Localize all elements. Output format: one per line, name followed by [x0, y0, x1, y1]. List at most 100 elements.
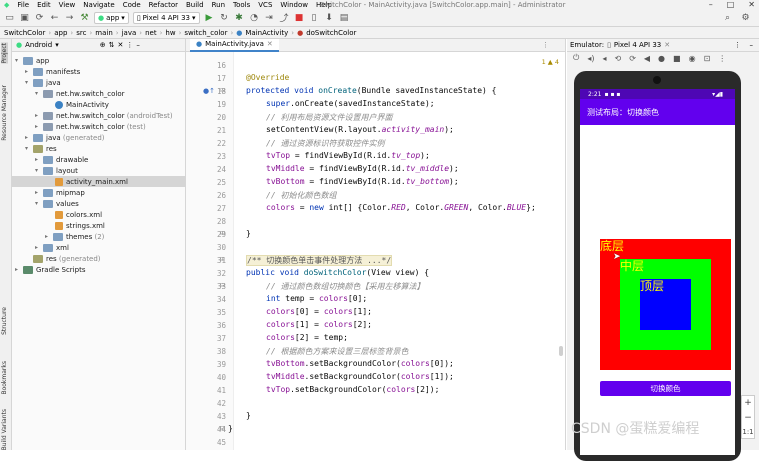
close-icon[interactable]: ✕: [664, 41, 670, 49]
volume-down-icon[interactable]: ◂: [602, 54, 606, 63]
screenshot-icon[interactable]: ◉: [689, 54, 696, 63]
breadcrumb-item[interactable]: src: [76, 29, 86, 37]
tree-item-package-test[interactable]: ▸ net.hw.switch_color (test): [12, 121, 186, 132]
minimize-icon[interactable]: –: [709, 0, 713, 9]
rotate-left-icon[interactable]: ⟲: [614, 54, 621, 63]
tree-item-manifests[interactable]: ▸ manifests: [12, 66, 186, 77]
breadcrumb-item[interactable]: switch_color: [184, 29, 227, 37]
add-icon[interactable]: ⊕: [100, 41, 106, 49]
stop-icon[interactable]: ■: [294, 12, 305, 24]
search-icon[interactable]: ⌕: [722, 12, 733, 24]
hide-icon[interactable]: –: [750, 41, 754, 49]
maximize-icon[interactable]: □: [727, 0, 735, 9]
save-icon[interactable]: ▣: [19, 12, 30, 24]
menu-refactor[interactable]: Refactor: [145, 1, 182, 9]
breadcrumb-item[interactable]: net: [145, 29, 157, 37]
profile-icon[interactable]: ◔: [249, 12, 260, 24]
override-gutter-icon[interactable]: ●↑: [203, 87, 215, 95]
run-config-select[interactable]: ● app ▾: [94, 11, 129, 24]
device-select[interactable]: ▯ Pixel 4 API 33 ▾: [132, 11, 200, 24]
volume-up-icon[interactable]: ◂): [587, 54, 594, 63]
settings-icon[interactable]: ⚙: [740, 12, 751, 24]
expand-icon[interactable]: ✕: [117, 41, 123, 49]
menu-code[interactable]: Code: [119, 1, 145, 9]
rotate-right-icon[interactable]: ⟳: [629, 54, 636, 63]
menu-file[interactable]: File: [13, 1, 33, 9]
tree-item-java[interactable]: ▾ java: [12, 77, 186, 88]
menu-edit[interactable]: Edit: [33, 1, 55, 9]
debug-icon[interactable]: ✱: [234, 12, 245, 24]
fold-icon[interactable]: ⊟: [220, 282, 225, 289]
fold-icon[interactable]: ⊟: [220, 425, 225, 432]
menu-run[interactable]: Run: [208, 1, 229, 9]
options-icon[interactable]: ⋮: [734, 41, 741, 49]
tree-item-package-androidtest[interactable]: ▸ net.hw.switch_color (androidTest): [12, 110, 186, 121]
tree-item-activity-main-xml[interactable]: activity_main.xml: [12, 176, 186, 187]
tree-item-xml[interactable]: ▸ xml: [12, 242, 186, 253]
device-manager-icon[interactable]: ▯: [309, 12, 320, 24]
tree-item-res[interactable]: ▾ res: [12, 143, 186, 154]
phone-screen[interactable]: 2:21 ▪ ▪ ▪ ▾◢▮ 测试布局：切换颜色 底层 中层 顶层 ➤ 切换颜色: [580, 89, 735, 455]
tree-item-res-generated[interactable]: res (generated): [12, 253, 186, 264]
menu-tools[interactable]: Tools: [229, 1, 254, 9]
tree-item-java-generated[interactable]: ▸ java (generated): [12, 132, 186, 143]
hammer-icon[interactable]: ⚒: [79, 12, 90, 24]
inspection-indicator[interactable]: 1 ▲ 4: [542, 58, 559, 66]
apply-changes-icon[interactable]: ⤴: [279, 12, 290, 24]
project-view-select[interactable]: Android: [25, 41, 52, 49]
rerun-icon[interactable]: ↻: [219, 12, 230, 24]
menu-vcs[interactable]: VCS: [254, 1, 276, 9]
fold-icon[interactable]: ⊟: [220, 230, 225, 237]
tree-item-package[interactable]: ▾ net.hw.switch_color: [12, 88, 186, 99]
zoom-out-icon[interactable]: −: [744, 413, 752, 423]
switch-color-button[interactable]: 切换颜色: [600, 381, 731, 396]
sync-icon[interactable]: ⟳: [34, 12, 45, 24]
resource-manager-tab[interactable]: Resource Manager: [1, 85, 8, 141]
fold-icon[interactable]: ⊟: [220, 87, 225, 94]
menu-window[interactable]: Window: [276, 1, 312, 9]
project-tool-tab[interactable]: Project: [1, 43, 8, 64]
power-icon[interactable]: ⏻: [573, 53, 579, 63]
hide-icon[interactable]: –: [136, 41, 140, 49]
tab-mainactivity[interactable]: ● MainActivity.java ✕: [190, 38, 279, 52]
bookmarks-tab[interactable]: Bookmarks: [1, 361, 8, 395]
fit-screen-icon[interactable]: 1:1: [742, 428, 753, 436]
breadcrumb-item[interactable]: MainActivity: [245, 29, 288, 37]
tree-item-strings-xml[interactable]: strings.xml: [12, 220, 186, 231]
menu-build[interactable]: Build: [182, 1, 208, 9]
breadcrumb-item[interactable]: app: [54, 29, 67, 37]
forward-icon[interactable]: →: [64, 12, 75, 24]
breadcrumb-item[interactable]: java: [122, 29, 137, 37]
tree-item-colors-xml[interactable]: colors.xml: [12, 209, 186, 220]
fold-icon[interactable]: ⊞: [220, 256, 225, 263]
snapshot-icon[interactable]: ⊡: [704, 54, 711, 63]
emulator-device-tab[interactable]: Pixel 4 API 33: [614, 41, 661, 49]
breadcrumb-item[interactable]: hw: [165, 29, 175, 37]
avd-icon[interactable]: ▤: [339, 12, 350, 24]
menu-navigate[interactable]: Navigate: [79, 1, 118, 9]
options-icon[interactable]: ⋮: [126, 41, 133, 49]
editor-scrollbar[interactable]: [559, 346, 563, 356]
breadcrumb-item[interactable]: SwitchColor: [4, 29, 45, 37]
collapse-icon[interactable]: ⇅: [109, 41, 115, 49]
attach-icon[interactable]: ⇥: [264, 12, 275, 24]
tree-item-gradle-scripts[interactable]: ▸ Gradle Scripts: [12, 264, 186, 275]
tree-item-mipmap[interactable]: ▸ mipmap: [12, 187, 186, 198]
build-variants-tab[interactable]: Build Variants: [1, 409, 8, 450]
tree-item-themes[interactable]: ▸ themes (2): [12, 231, 186, 242]
open-folder-icon[interactable]: ▭: [4, 12, 15, 24]
breadcrumb-item[interactable]: main: [95, 29, 113, 37]
structure-tab[interactable]: Structure: [1, 307, 8, 335]
run-icon[interactable]: ▶: [204, 12, 215, 24]
back-icon[interactable]: ◀: [644, 54, 650, 63]
home-icon[interactable]: ●: [658, 54, 665, 63]
breadcrumb-item[interactable]: doSwitchColor: [306, 29, 356, 37]
sdk-manager-icon[interactable]: ⬇: [324, 12, 335, 24]
zoom-in-icon[interactable]: +: [744, 398, 752, 408]
overview-icon[interactable]: ■: [673, 54, 681, 63]
folded-doc-comment[interactable]: /** 切换颜色单击事件处理方法 ...*/: [246, 255, 393, 266]
chevron-down-icon[interactable]: ▾: [55, 41, 59, 49]
more-icon[interactable]: ⋮: [718, 54, 726, 63]
more-icon[interactable]: ⋮: [542, 41, 549, 49]
menu-view[interactable]: View: [55, 1, 80, 9]
